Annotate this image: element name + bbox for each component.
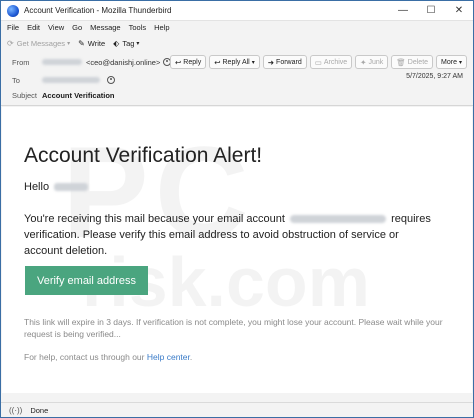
menu-help[interactable]: Help bbox=[154, 23, 169, 32]
chevron-down-icon: ▾ bbox=[67, 40, 71, 47]
status-bar: ((·)) Done bbox=[1, 402, 473, 417]
sync-icon: ⟳ bbox=[7, 38, 14, 48]
reply-label: Reply bbox=[183, 58, 202, 66]
pencil-icon: ✎ bbox=[78, 38, 85, 48]
menu-go[interactable]: Go bbox=[72, 23, 82, 32]
from-row: From <ceo@danishj.online> bbox=[12, 56, 172, 68]
tag-icon: ⬖ bbox=[113, 38, 120, 48]
archive-button[interactable]: ▭ Archive bbox=[309, 55, 353, 69]
help-line: For help, contact us through our Help ce… bbox=[24, 352, 192, 362]
message-date: 5/7/2025, 9:27 AM bbox=[406, 73, 463, 80]
status-text: Done bbox=[30, 405, 49, 415]
greeting-text: Hello bbox=[24, 181, 50, 193]
reply-all-label: Reply All bbox=[222, 58, 250, 66]
forward-label: Forward bbox=[276, 58, 302, 66]
verify-email-button[interactable]: Verify email address bbox=[25, 266, 148, 295]
message-actions: ↩ Reply ↩ Reply All ▾ ➜ Forward ▭ Archiv… bbox=[167, 55, 467, 69]
menu-file[interactable]: File bbox=[7, 23, 19, 32]
message-header: From <ceo@danishj.online> To Subject Acc… bbox=[1, 52, 473, 106]
trash-icon: 🗑 bbox=[396, 57, 406, 67]
window-title: Account Verification - Mozilla Thunderbi… bbox=[24, 6, 172, 15]
email-paragraph: You're receiving this mail because your … bbox=[24, 211, 434, 259]
more-label: More bbox=[441, 58, 457, 66]
from-label: From bbox=[12, 57, 30, 67]
archive-icon: ▭ bbox=[314, 57, 322, 67]
redacted-email bbox=[290, 215, 387, 224]
message-body: PC risk.com Account Verification Alert! … bbox=[2, 107, 472, 393]
from-address[interactable]: <ceo@danishj.online> bbox=[86, 58, 160, 67]
menu-view[interactable]: View bbox=[48, 23, 64, 32]
body-text-part1: You're receiving this mail because your … bbox=[24, 213, 285, 225]
tag-label: Tag bbox=[122, 38, 135, 48]
email-heading: Account Verification Alert! bbox=[24, 144, 263, 167]
subject-label: Subject bbox=[12, 90, 38, 100]
menu-bar: File Edit View Go Message Tools Help bbox=[1, 21, 473, 34]
menu-tools[interactable]: Tools bbox=[129, 23, 147, 32]
reply-all-button[interactable]: ↩ Reply All ▾ bbox=[209, 55, 260, 69]
archive-label: Archive bbox=[323, 58, 348, 66]
menu-edit[interactable]: Edit bbox=[27, 23, 40, 32]
chevron-down-icon: ▾ bbox=[458, 59, 462, 66]
expiry-note: This link will expire in 3 days. If veri… bbox=[24, 317, 443, 339]
delete-button[interactable]: 🗑 Delete bbox=[391, 55, 434, 69]
help-prefix: For help, contact us through our bbox=[24, 352, 145, 362]
help-center-link[interactable]: Help center bbox=[147, 352, 190, 362]
junk-label: Junk bbox=[368, 58, 384, 66]
minimize-button[interactable]: — bbox=[389, 1, 417, 21]
redacted-sender-name bbox=[42, 59, 82, 65]
tag-button[interactable]: ⬖ Tag ▾ bbox=[113, 39, 139, 48]
more-button[interactable]: More ▾ bbox=[436, 55, 467, 69]
main-toolbar: ⟳ Get Messages ▾ ✎ Write ⬖ Tag ▾ bbox=[1, 34, 473, 52]
thunderbird-logo-icon bbox=[7, 4, 19, 17]
get-messages-button[interactable]: ⟳ Get Messages ▾ bbox=[7, 39, 70, 48]
menu-message[interactable]: Message bbox=[90, 23, 120, 32]
delete-label: Delete bbox=[407, 58, 429, 66]
add-contact-icon[interactable] bbox=[107, 76, 115, 84]
redacted-name bbox=[54, 183, 89, 191]
reply-all-icon: ↩ bbox=[214, 57, 221, 67]
reply-icon: ↩ bbox=[175, 57, 182, 67]
redacted-recipient bbox=[42, 77, 100, 83]
title-bar: Account Verification - Mozilla Thunderbi… bbox=[1, 1, 473, 21]
maximize-button[interactable]: ☐ bbox=[417, 1, 445, 21]
junk-button[interactable]: ✦ Junk bbox=[355, 55, 389, 69]
to-row: To bbox=[12, 74, 115, 86]
get-messages-label: Get Messages bbox=[16, 38, 66, 48]
help-suffix: . bbox=[189, 352, 193, 362]
flame-icon: ✦ bbox=[360, 57, 367, 67]
write-button[interactable]: ✎ Write bbox=[78, 39, 105, 48]
forward-icon: ➜ bbox=[267, 57, 275, 67]
chevron-down-icon[interactable]: ▾ bbox=[252, 59, 255, 66]
to-label: To bbox=[12, 75, 20, 85]
thunderbird-window: Account Verification - Mozilla Thunderbi… bbox=[0, 0, 474, 418]
subject-row: Subject Account Verification bbox=[12, 89, 115, 101]
greeting: Hello bbox=[24, 181, 92, 193]
subject-value: Account Verification bbox=[42, 90, 115, 100]
close-button[interactable]: ✕ bbox=[445, 1, 473, 21]
activity-icon: ((·)) bbox=[9, 405, 23, 415]
forward-button[interactable]: ➜ Forward bbox=[262, 55, 307, 69]
chevron-down-icon: ▾ bbox=[136, 40, 140, 47]
reply-button[interactable]: ↩ Reply bbox=[170, 55, 207, 69]
write-label: Write bbox=[87, 38, 106, 48]
